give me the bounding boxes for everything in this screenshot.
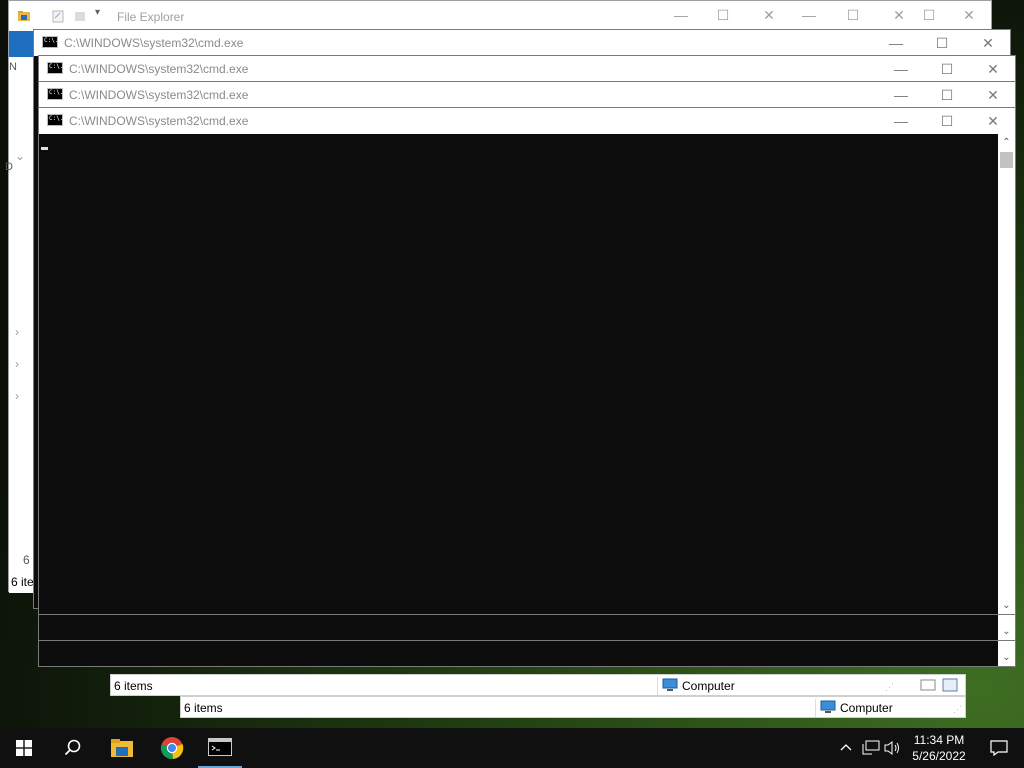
cmd-icon [42, 36, 58, 48]
scroll-down-icon[interactable]: ⌄ [998, 623, 1015, 640]
taskbar-chrome[interactable] [148, 728, 196, 768]
status-bar-items: 6 ite [11, 575, 34, 589]
computer-icon [662, 678, 678, 691]
scroll-up-icon[interactable]: ⌃ [998, 134, 1015, 151]
maximize-button[interactable]: ☐ [925, 84, 969, 106]
taskbar: 11:34 PM 5/26/2022 [0, 728, 1024, 768]
cmd-icon [208, 738, 232, 756]
maximize-button[interactable]: ☐ [921, 7, 937, 23]
cmd-icon [47, 62, 63, 74]
nav-fragment: N [9, 61, 17, 73]
file-explorer-status-bar: 6 items Computer ⋰ [180, 696, 966, 718]
status-bar-items: 6 items [184, 701, 223, 715]
status-location-label: Computer [840, 701, 893, 715]
properties-icon[interactable] [51, 9, 65, 23]
item-count-fragment: 6 [23, 553, 30, 567]
cmd-titlebar[interactable]: C:\WINDOWS\system32\cmd.exe — ☐ ✕ [39, 56, 1015, 82]
minimize-button[interactable]: — [874, 32, 918, 54]
maximize-button[interactable]: ☐ [925, 110, 969, 132]
minimize-button[interactable]: — [801, 7, 817, 23]
close-button[interactable]: ✕ [961, 7, 977, 23]
cmd-window-active[interactable]: C:\WINDOWS\system32\cmd.exe — ☐ ✕ ⌃ ⌄ [38, 107, 1016, 615]
cmd-titlebar[interactable]: C:\WINDOWS\system32\cmd.exe — ☐ ✕ [34, 30, 1010, 56]
clock-time: 11:34 PM [913, 733, 965, 747]
nav-fragment: D [5, 161, 13, 173]
file-explorer-title: File Explorer [117, 10, 185, 24]
taskbar-file-explorer[interactable] [98, 728, 146, 768]
view-toggle-icon[interactable] [919, 677, 959, 693]
maximize-button[interactable]: ☐ [920, 32, 964, 54]
taskbar-clock[interactable]: 11:34 PM 5/26/2022 [900, 732, 978, 764]
cmd-titlebar[interactable]: C:\WINDOWS\system32\cmd.exe — ☐ ✕ [39, 82, 1015, 108]
cmd-window-title: C:\WINDOWS\system32\cmd.exe [69, 88, 249, 102]
cmd-window-title: C:\WINDOWS\system32\cmd.exe [64, 36, 244, 50]
status-bar-items: 6 items [114, 679, 153, 693]
resize-grip-icon[interactable]: ⋰ [953, 704, 962, 715]
computer-icon [820, 700, 836, 713]
system-tray [836, 728, 900, 768]
search-button[interactable] [48, 728, 96, 768]
folder-icon [111, 739, 133, 757]
chevron-right-icon[interactable]: › [15, 325, 19, 339]
maximize-button[interactable]: ☐ [925, 58, 969, 80]
windows-logo-icon [16, 740, 32, 756]
status-location: Computer ⋰ [815, 699, 965, 717]
status-location-label: Computer [682, 679, 735, 693]
cmd-icon [47, 88, 63, 100]
vertical-scrollbar[interactable]: ⌃ ⌄ [998, 134, 1015, 614]
new-folder-icon[interactable] [73, 9, 87, 23]
cmd-window-title: C:\WINDOWS\system32\cmd.exe [69, 114, 249, 128]
chevron-up-icon[interactable] [840, 742, 852, 752]
taskbar-command-prompt[interactable] [196, 728, 244, 768]
minimize-button[interactable]: — [673, 7, 689, 23]
chevron-down-icon[interactable]: ▾ [95, 7, 109, 21]
clock-date: 5/26/2022 [912, 749, 966, 763]
notification-icon [990, 740, 1008, 756]
minimize-button[interactable]: — [879, 110, 923, 132]
chevron-right-icon[interactable]: › [15, 389, 19, 403]
file-explorer-status-bar: 6 items Computer ⋰ [110, 674, 966, 696]
search-icon [64, 739, 81, 756]
close-button[interactable]: ✕ [761, 7, 777, 23]
close-button[interactable]: ✕ [971, 58, 1015, 80]
console-area[interactable]: ⌃ ⌄ [39, 134, 1015, 614]
chevron-down-icon[interactable]: ⌄ [15, 149, 25, 163]
network-icon[interactable] [862, 740, 880, 756]
cmd-window-title: C:\WINDOWS\system32\cmd.exe [69, 62, 249, 76]
folder-icon [18, 11, 30, 21]
maximize-button[interactable]: ☐ [845, 7, 861, 23]
chevron-right-icon[interactable]: › [15, 357, 19, 371]
minimize-button[interactable]: — [879, 58, 923, 80]
cmd-titlebar[interactable]: C:\WINDOWS\system32\cmd.exe — ☐ ✕ [39, 108, 1015, 134]
status-location: Computer ⋰ [657, 677, 897, 695]
close-button[interactable]: ✕ [971, 84, 1015, 106]
scroll-down-icon[interactable]: ⌄ [998, 597, 1015, 614]
resize-grip-icon[interactable]: ⋰ [885, 682, 894, 693]
close-button[interactable]: ✕ [891, 7, 907, 23]
close-button[interactable]: ✕ [971, 110, 1015, 132]
scrollbar-thumb[interactable] [1000, 152, 1013, 168]
close-button[interactable]: ✕ [966, 32, 1010, 54]
file-explorer-titlebar[interactable]: ▾ File Explorer — ☐ ✕ — ☐ ✕ ☐ ✕ [9, 1, 991, 31]
minimize-button[interactable]: — [879, 84, 923, 106]
chrome-icon [160, 737, 184, 760]
action-center-button[interactable] [976, 728, 1024, 768]
start-button[interactable] [0, 728, 48, 768]
cmd-icon [47, 114, 63, 126]
maximize-button[interactable]: ☐ [715, 7, 731, 23]
scroll-down-icon[interactable]: ⌄ [998, 649, 1015, 666]
text-cursor [41, 147, 48, 150]
